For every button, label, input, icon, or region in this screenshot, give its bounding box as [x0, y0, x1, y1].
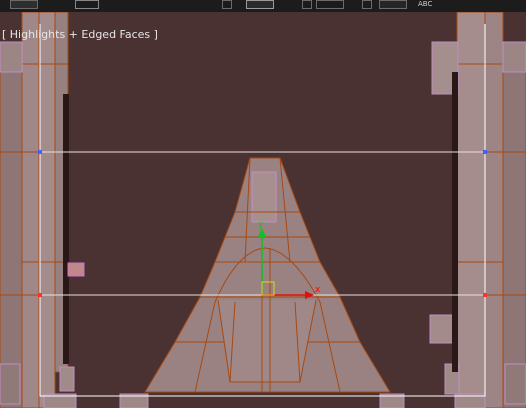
gizmo-x-label: x: [315, 285, 321, 295]
left-wall-shadow: [63, 94, 69, 364]
corner-vertex: [483, 150, 487, 154]
move-icon[interactable]: [75, 0, 99, 9]
corner-vertex: [38, 293, 42, 297]
viewport-canvas[interactable]: y x: [0, 12, 526, 408]
named-selection-field[interactable]: [379, 0, 407, 9]
angle-snap-icon[interactable]: [302, 0, 312, 9]
perspective-viewport[interactable]: y x [ Highlights + Edged Faces ]: [0, 12, 526, 408]
left-wall: [0, 12, 75, 408]
corner-vertex: [483, 293, 487, 297]
right-wall-shadow: [452, 72, 458, 372]
percent-snap-icon[interactable]: [316, 0, 344, 9]
rotate-icon[interactable]: [178, 0, 186, 9]
snap-icon[interactable]: [246, 0, 274, 9]
edit-named-selection-icon[interactable]: [362, 0, 372, 9]
viewport-shading-label[interactable]: [ Highlights + Edged Faces ]: [2, 28, 158, 41]
gizmo-y-label: y: [258, 220, 264, 230]
scale-icon[interactable]: [222, 0, 232, 9]
corner-vertex: [38, 150, 42, 154]
small-box-object: [67, 262, 85, 277]
toolbar-readout: ABC: [418, 0, 433, 8]
select-arrow-icon[interactable]: [10, 0, 38, 9]
